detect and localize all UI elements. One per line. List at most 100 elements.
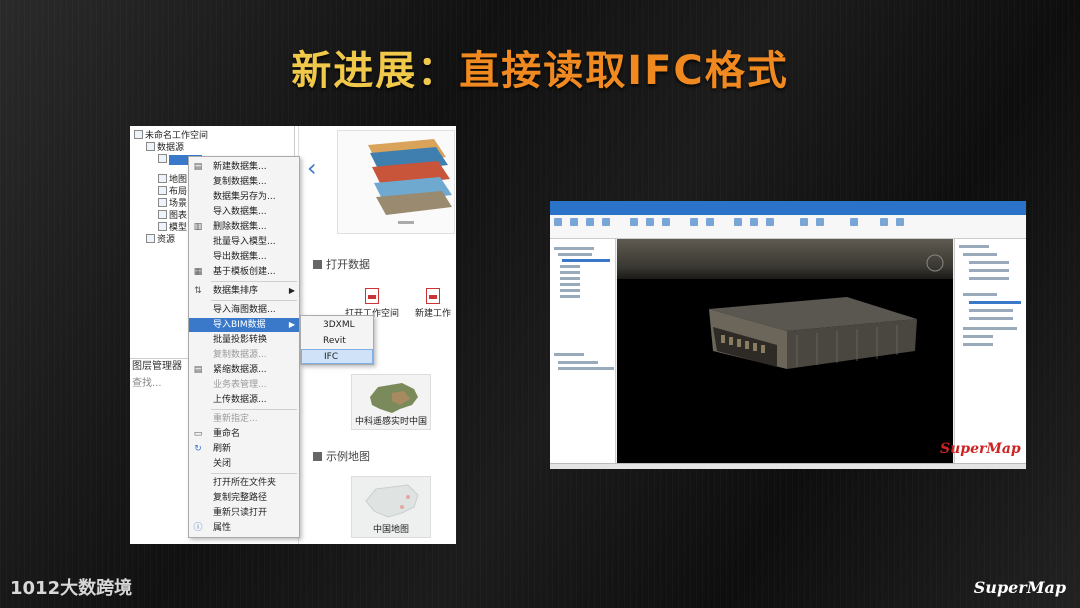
document-icon <box>365 288 379 304</box>
chart-icon <box>158 210 167 219</box>
china-map-thumbnail <box>365 484 419 518</box>
ribbon-button[interactable] <box>766 218 774 226</box>
ribbon-button[interactable] <box>570 218 578 226</box>
open-data-heading: 打开数据 <box>313 256 370 272</box>
bim-submenu: 3DXML Revit IFC <box>300 315 374 365</box>
menu-close[interactable]: 关闭 <box>189 457 299 471</box>
ribbon-toolbar <box>550 215 1026 239</box>
tree-item-charts[interactable]: 图表 <box>158 210 187 222</box>
ribbon-button[interactable] <box>554 218 562 226</box>
ribbon-button[interactable] <box>630 218 638 226</box>
title-main: 直接读取IFC格式 <box>459 48 789 94</box>
ifc-building-model <box>709 254 944 369</box>
ribbon-button[interactable] <box>602 218 610 226</box>
menu-rename[interactable]: ▭ 重命名 <box>189 427 299 441</box>
ribbon-button[interactable] <box>800 218 808 226</box>
ribbon-button[interactable] <box>896 218 904 226</box>
menu-create-from-template[interactable]: ▦ 基于模板创建... <box>189 265 299 279</box>
tree-item-scenes[interactable]: 场景 <box>158 198 187 210</box>
database-icon <box>158 154 167 163</box>
submenu-arrow-icon: ▶ <box>288 320 295 329</box>
tree-item-datasources[interactable]: 数据源 <box>146 142 184 154</box>
database-icon: ▤ <box>193 162 203 172</box>
sort-icon: ⇅ <box>194 286 202 296</box>
datasource-context-menu: ▤ 新建数据集... 复制数据集... 数据集另存为... 导入数据集... ▥ 删… <box>188 156 300 538</box>
compact-icon: ▤ <box>193 365 203 375</box>
menu-batch-import-models[interactable]: 批量导入模型... <box>189 235 299 249</box>
menu-copy-dataset[interactable]: 复制数据集... <box>189 175 299 189</box>
layer-manager-pane <box>954 239 1026 465</box>
menu-delete-dataset[interactable]: ▥ 删除数据集... <box>189 220 299 234</box>
ribbon-button[interactable] <box>646 218 654 226</box>
title-prefix: 新进展： <box>291 48 460 94</box>
menu-refresh[interactable]: ↻ 刷新 <box>189 442 299 456</box>
watermark-brand: 1012大数跨境 <box>10 578 133 599</box>
menu-batch-projection[interactable]: 批量投影转换 <box>189 333 299 347</box>
layered-map-thumbnail <box>368 139 452 224</box>
scene-icon <box>158 198 167 207</box>
resource-icon <box>146 234 155 243</box>
menu-properties[interactable]: ⓘ 属性 <box>189 521 299 535</box>
menu-open-folder[interactable]: 打开所在文件夹 <box>189 476 299 490</box>
menu-save-dataset-as[interactable]: 数据集另存为... <box>189 190 299 204</box>
chevron-left-icon[interactable]: ‹ <box>307 154 317 182</box>
refresh-icon: ↻ <box>194 444 202 454</box>
tree-item-layouts[interactable]: 布局 <box>158 186 187 198</box>
status-bar <box>550 463 1026 469</box>
sample-maps-heading: 示例地图 <box>313 448 370 464</box>
menu-reopen-readonly[interactable]: 重新只读打开 <box>189 506 299 520</box>
ribbon-button[interactable] <box>816 218 824 226</box>
tree-item-workspace[interactable]: 未命名工作空间 <box>134 130 208 142</box>
china-map-card[interactable]: 中国地图 <box>351 476 431 538</box>
supermap-footer-logo: SuperMap <box>973 578 1066 597</box>
layer-search-input[interactable]: 查找... <box>130 376 190 392</box>
menu-import-chart-data[interactable]: 导入海图数据... <box>189 303 299 317</box>
menu-business-table: 业务表管理... <box>213 380 267 390</box>
submenu-ifc[interactable]: IFC <box>301 349 373 364</box>
menu-separator <box>211 409 297 410</box>
menu-copy-datasource: 复制数据源... <box>213 350 267 360</box>
ribbon-button[interactable] <box>690 218 698 226</box>
menu-new-dataset[interactable]: ▤ 新建数据集... <box>189 160 299 174</box>
info-icon: ⓘ <box>193 523 203 533</box>
compass-icon <box>926 254 944 272</box>
china-terrain-map <box>370 383 418 413</box>
ribbon-button[interactable] <box>880 218 888 226</box>
ribbon-button[interactable] <box>750 218 758 226</box>
document-icon <box>426 288 440 304</box>
ribbon-button[interactable] <box>586 218 594 226</box>
rename-icon: ▭ <box>193 429 203 439</box>
submenu-revit[interactable]: Revit <box>301 334 373 349</box>
book-icon <box>313 452 322 461</box>
datasource-icon <box>146 142 155 151</box>
submenu-3dxml[interactable]: 3DXML <box>301 318 373 333</box>
ribbon-button[interactable] <box>662 218 670 226</box>
slide-title: 新进展：直接读取IFC格式 <box>0 38 1080 96</box>
scene-3d-view[interactable] <box>617 239 953 463</box>
tree-item-resources[interactable]: 资源 <box>146 234 175 246</box>
supermap-logo: SuperMap <box>940 441 1021 457</box>
menu-import-dataset[interactable]: 导入数据集... <box>189 205 299 219</box>
left-screenshot: 未命名工作空间 数据源 地图 布局 场景 图表 模型 资源 图层管理器 查找..… <box>130 126 456 544</box>
tree-item-maps[interactable]: 地图 <box>158 174 187 186</box>
recent-thumbnail[interactable] <box>337 130 455 234</box>
menu-compact-datasource[interactable]: ▤ 紧缩数据源... <box>189 363 299 377</box>
menu-separator <box>211 473 297 474</box>
ribbon-button[interactable] <box>850 218 858 226</box>
right-screenshot: SuperMap <box>550 201 1026 469</box>
menu-sort-datasets[interactable]: ⇅ 数据集排序 ▶ <box>189 284 299 298</box>
ribbon-button[interactable] <box>706 218 714 226</box>
menu-separator <box>211 281 297 282</box>
workspace-manager-pane <box>550 239 616 465</box>
menu-upload-datasource[interactable]: 上传数据源... <box>189 393 299 407</box>
menu-export-dataset[interactable]: 导出数据集... <box>189 250 299 264</box>
menu-separator <box>211 300 297 301</box>
workspace-icon <box>134 130 143 139</box>
ribbon-button[interactable] <box>734 218 742 226</box>
tree-item-models[interactable]: 模型 <box>158 222 187 234</box>
submenu-arrow-icon: ▶ <box>288 286 295 295</box>
china-realtime-map-card[interactable]: 中科遥感实时中国 <box>351 374 431 430</box>
menu-copy-full-path[interactable]: 复制完整路径 <box>189 491 299 505</box>
menu-import-bim-data[interactable]: 导入BIM数据 ▶ <box>189 318 299 332</box>
new-workspace-button[interactable]: 新建工作 <box>409 288 456 319</box>
